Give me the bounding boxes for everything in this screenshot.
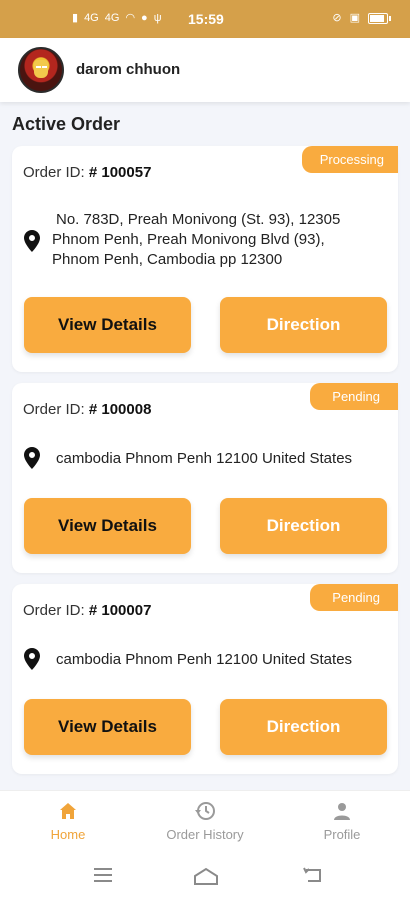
status-badge: Pending <box>310 584 398 611</box>
avatar-eye-right <box>42 66 47 68</box>
wifi-icon: ◠ <box>125 12 136 24</box>
order-card: Processing Order ID: # 100057 No. 783D, … <box>12 146 398 372</box>
order-card: Pending Order ID: # 100007 cambodia Phno… <box>12 584 398 774</box>
view-details-button[interactable]: View Details <box>24 297 191 353</box>
nav-item-home[interactable]: Home <box>8 799 128 842</box>
home-system-icon[interactable] <box>192 866 220 891</box>
direction-button[interactable]: Direction <box>220 699 387 755</box>
status-badge: Processing <box>301 146 398 173</box>
location-pin-icon <box>24 648 40 670</box>
status-right: ⊘ ▣ <box>332 11 391 25</box>
order-id: Order ID: # 100057 <box>23 164 151 181</box>
address-line: Phnom Penh, Cambodia pp 12300 <box>52 251 283 268</box>
menu-icon[interactable] <box>92 866 114 889</box>
order-id-label: Order ID: <box>23 401 85 418</box>
order-address: cambodia Phnom Penh 12100 United States <box>56 449 396 469</box>
page-title: Active Order <box>12 114 121 134</box>
app-header: darom chhuon <box>0 38 410 102</box>
direction-button[interactable]: Direction <box>220 297 387 353</box>
clock: 15:59 <box>188 11 224 27</box>
bottom-nav: Home Order History Profile <box>0 790 410 850</box>
view-details-button[interactable]: View Details <box>24 699 191 755</box>
signal-icon: ▮ <box>72 12 79 24</box>
view-details-button[interactable]: View Details <box>24 498 191 554</box>
order-id-label: Order ID: <box>23 164 85 181</box>
order-id-value: # 100008 <box>88 401 152 418</box>
messenger-icon: ● <box>141 12 148 24</box>
order-id-value: # 100057 <box>88 164 152 181</box>
order-card: Pending Order ID: # 100008 cambodia Phno… <box>12 383 398 573</box>
order-id: Order ID: # 100008 <box>23 401 151 418</box>
history-icon <box>145 799 265 823</box>
usb-icon: ψ <box>153 12 162 24</box>
status-bar: ▮ 4G 4G ◠ ● ψ 15:59 ⊘ ▣ <box>0 0 410 38</box>
direction-button[interactable]: Direction <box>220 498 387 554</box>
address-line: cambodia Phnom Penh 12100 United States <box>56 651 353 668</box>
back-icon[interactable] <box>302 866 324 889</box>
system-nav-bar <box>0 850 410 900</box>
address-line: No. 783D, Preah Monivong (St. 93), 12305 <box>56 211 341 228</box>
avatar[interactable] <box>18 47 64 93</box>
profile-icon <box>282 799 402 823</box>
order-address: No. 783D, Preah Monivong (St. 93), 12305… <box>52 210 392 270</box>
order-id: Order ID: # 100007 <box>23 602 151 619</box>
status-left: ▮ 4G 4G ◠ ● ψ <box>72 11 162 25</box>
order-address: cambodia Phnom Penh 12100 United States <box>56 650 396 670</box>
no-sim-icon: ▣ <box>349 12 360 24</box>
nav-label-order-history: Order History <box>166 827 244 842</box>
home-icon <box>8 799 128 823</box>
avatar-mask-shape <box>34 60 48 78</box>
address-line: Phnom Penh, Preah Monivong Blvd (93), <box>52 231 325 248</box>
network-label-1: 4G <box>84 12 99 24</box>
battery-icon <box>368 12 391 24</box>
order-id-label: Order ID: <box>23 602 85 619</box>
nav-label-home: Home <box>50 827 86 842</box>
mute-icon: ⊘ <box>332 12 342 24</box>
nav-label-profile: Profile <box>323 827 361 842</box>
user-name: darom chhuon <box>76 61 181 78</box>
nav-item-order-history[interactable]: Order History <box>145 799 265 842</box>
address-line: cambodia Phnom Penh 12100 United States <box>56 450 353 467</box>
location-pin-icon <box>24 230 40 252</box>
status-badge: Pending <box>310 383 398 410</box>
nav-item-profile[interactable]: Profile <box>282 799 402 842</box>
network-label-2: 4G <box>104 12 120 24</box>
avatar-eye-left <box>36 66 41 68</box>
order-id-value: # 100007 <box>88 602 152 619</box>
location-pin-icon <box>24 447 40 469</box>
